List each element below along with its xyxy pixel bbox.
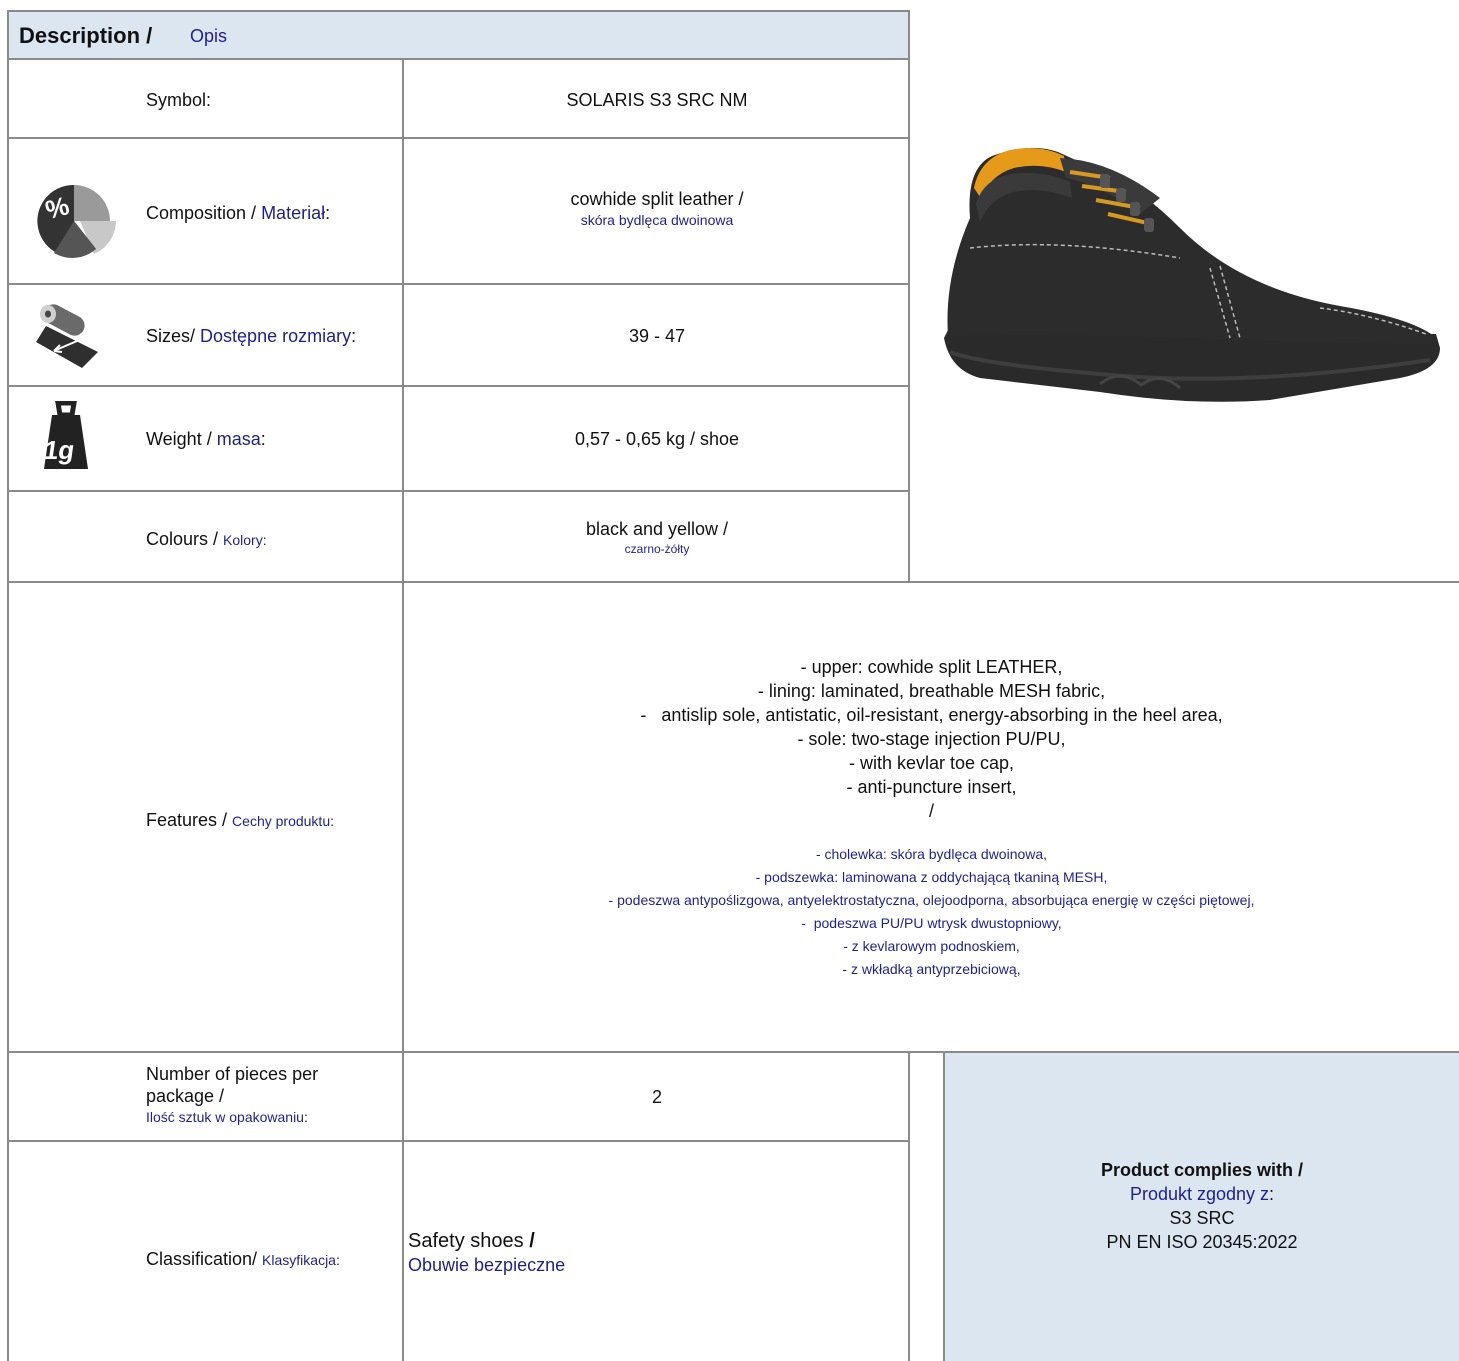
row-divider xyxy=(7,385,910,387)
weight-value: 0,57 - 0,65 kg / shoe xyxy=(574,429,740,449)
weight-label: Weight / masa: xyxy=(146,429,266,449)
list-item: - upper: cowhide split LEATHER, xyxy=(800,657,1063,677)
composition-label: Composition / Materiał: xyxy=(146,203,331,223)
pie-chart-percent-icon: % xyxy=(34,179,120,259)
header-title: Description / xyxy=(19,23,153,48)
fabric-roll-icon xyxy=(36,304,122,370)
symbol-label: Symbol: xyxy=(146,90,212,110)
safety-boot-image xyxy=(940,138,1444,418)
header-title-pl: Opis xyxy=(190,26,228,46)
row-divider xyxy=(7,1051,1459,1053)
features-list-en: - upper: cowhide split LEATHER, - lining… xyxy=(404,655,1459,823)
list-item: / xyxy=(928,801,934,821)
list-item: - podszewka: laminowana z oddychającą tk… xyxy=(755,869,1108,885)
list-item: - z kevlarowym podnoskiem, xyxy=(843,938,1020,954)
symbol-value: SOLARIS S3 SRC NM xyxy=(566,90,748,110)
svg-text:1g: 1g xyxy=(42,435,77,465)
list-item: - podeszwa antypoślizgowa, antyelektrost… xyxy=(608,892,1255,908)
features-list-pl: - cholewka: skóra bydlęca dwoinowa, - po… xyxy=(404,843,1459,981)
pieces-value: 2 xyxy=(651,1087,662,1107)
row-divider xyxy=(7,283,910,285)
list-item: - sole: two-stage injection PU/PU, xyxy=(797,729,1066,749)
classification-label: Classification/ Klasyfikacja: xyxy=(146,1249,340,1269)
list-item: - z wkładką antyprzebiciową, xyxy=(842,961,1021,977)
row-divider xyxy=(7,137,910,139)
list-item: - with kevlar toe cap, xyxy=(848,753,1015,773)
list-item: - cholewka: skóra bydlęca dwoinowa, xyxy=(815,846,1048,862)
header-bar: Description / Opis xyxy=(7,10,910,60)
table-border-left xyxy=(7,10,9,1361)
features-label: Features / Cechy produktu: xyxy=(146,810,334,830)
list-item: - podeszwa PU/PU wtrysk dwustopniowy, xyxy=(801,915,1062,931)
composition-value: cowhide split leather / skóra bydlęca dw… xyxy=(570,189,744,228)
weight-1g-icon: 1g xyxy=(42,400,90,471)
colours-value: black and yellow / czarno-żółty xyxy=(585,519,729,556)
row-divider xyxy=(7,490,910,492)
pieces-label: Number of pieces per package / Ilość szt… xyxy=(146,1064,319,1125)
classification-value: Safety shoes / Obuwie bezpieczne xyxy=(408,1230,566,1275)
list-item: - anti-puncture insert, xyxy=(846,777,1017,797)
list-item: - lining: laminated, breathable MESH fab… xyxy=(757,681,1106,701)
compliance-text: Product complies with / Produkt zgodny z… xyxy=(1100,1160,1304,1252)
sizes-value: 39 - 47 xyxy=(628,326,686,346)
colours-label: Colours / Kolory: xyxy=(146,529,267,549)
sizes-label: Sizes/ Dostępne rozmiary: xyxy=(146,326,357,346)
row-divider xyxy=(7,581,1459,583)
row-divider xyxy=(7,1140,910,1142)
list-item: - antislip sole, antistatic, oil-resista… xyxy=(640,705,1223,725)
